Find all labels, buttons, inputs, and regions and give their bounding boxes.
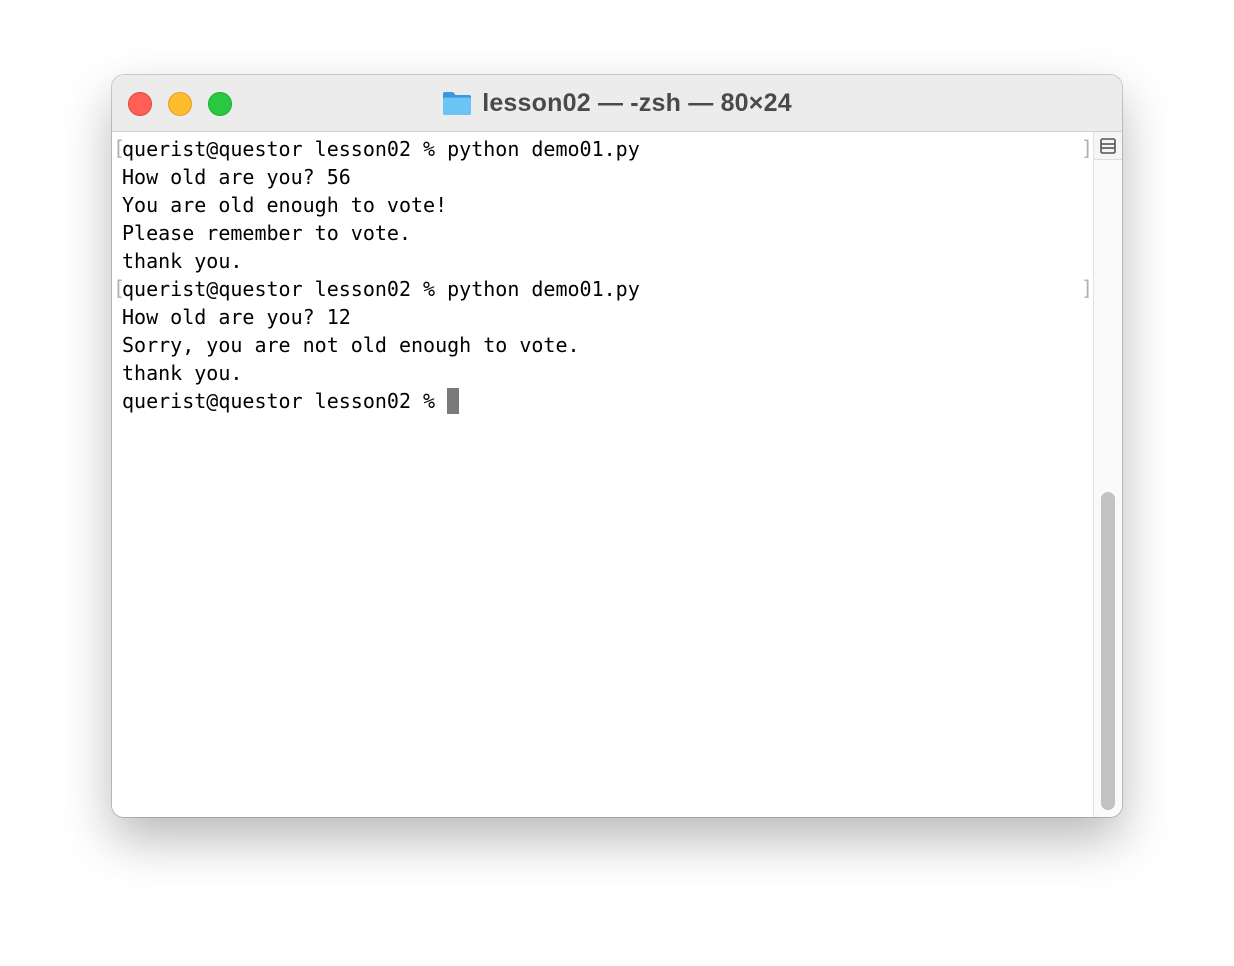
split-pane-button[interactable] — [1094, 132, 1122, 160]
split-pane-icon — [1100, 138, 1116, 154]
terminal-line: querist@questor lesson02 % python demo01… — [122, 277, 640, 301]
terminal-line: thank you. — [122, 361, 243, 385]
text-cursor — [447, 388, 460, 414]
scrollbar-track[interactable] — [1093, 132, 1122, 817]
prompt-line[interactable]: querist@questor lesson02 % — [122, 387, 460, 415]
terminal-window: lesson02 — -zsh — 80×24 [ ] querist@ques… — [112, 75, 1122, 817]
prompt-text: querist@questor lesson02 % — [122, 389, 448, 413]
terminal-line: How old are you? 12 — [122, 305, 351, 329]
window-title: lesson02 — -zsh — 80×24 — [482, 88, 792, 117]
terminal-line: querist@questor lesson02 % python demo01… — [122, 137, 640, 161]
title-bar[interactable]: lesson02 — -zsh — 80×24 — [112, 75, 1122, 132]
mark-bracket-right: ] — [1081, 136, 1094, 160]
terminal-line: How old are you? 56 — [122, 165, 351, 189]
window-title-group: lesson02 — -zsh — 80×24 — [112, 88, 1122, 118]
mark-bracket-right: ] — [1081, 276, 1094, 300]
terminal-output[interactable]: [ ] querist@questor lesson02 % python de… — [112, 132, 1093, 817]
scrollbar-thumb[interactable] — [1101, 492, 1115, 810]
folder-icon — [442, 90, 472, 116]
terminal-line: thank you. — [122, 249, 243, 273]
terminal-line: You are old enough to vote! — [122, 193, 448, 217]
terminal-line: Sorry, you are not old enough to vote. — [122, 333, 580, 357]
terminal-line: Please remember to vote. — [122, 221, 411, 245]
